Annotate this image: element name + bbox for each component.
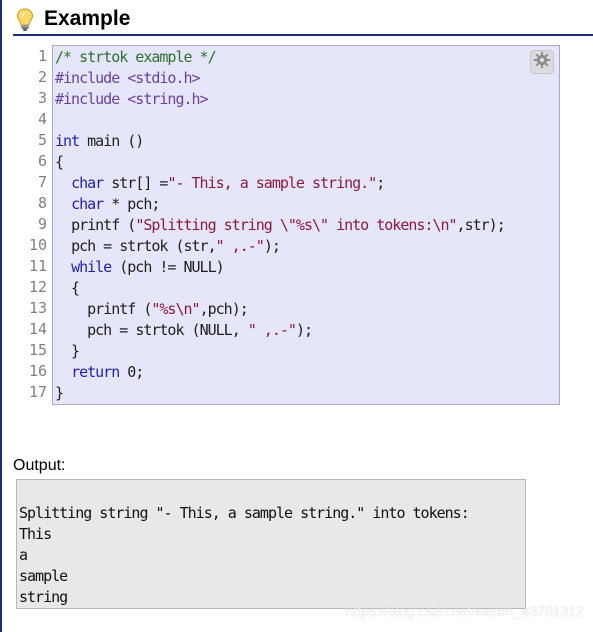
line-number-gutter: 1 2 3 4 5 6 7 8 9 10 11 12 13 14 15 16 17 [13, 45, 53, 405]
code-line: char str[] ="- This, a sample string."; [71, 174, 385, 192]
code-line: #include <string.h> [55, 90, 209, 108]
output-label: Output: [13, 457, 66, 474]
line-number: 17 [28, 383, 47, 401]
code-line: return 0; [71, 363, 144, 381]
line-number: 9 [37, 215, 47, 233]
page-title: Example [44, 7, 131, 30]
line-number: 11 [28, 257, 47, 275]
line-number: 4 [37, 110, 47, 128]
lightbulb-icon [16, 8, 34, 32]
code-line: { [55, 279, 80, 297]
left-border [0, 0, 2, 632]
line-number: 5 [37, 131, 47, 149]
settings-button[interactable] [530, 50, 554, 74]
output-line: string [19, 588, 68, 606]
output-line: Splitting string "- This, a sample strin… [19, 504, 470, 522]
output-box: Splitting string "- This, a sample strin… [16, 479, 526, 609]
line-number: 2 [37, 68, 47, 86]
code-line: /* strtok example */ [55, 48, 217, 66]
line-number: 10 [28, 236, 47, 254]
output-line: This [19, 525, 52, 543]
code-line: char * pch; [71, 195, 160, 213]
code-line: } [55, 342, 80, 360]
gear-icon [533, 51, 551, 74]
line-number: 1 [37, 47, 47, 65]
line-number: 14 [28, 320, 47, 338]
code-line: printf ("Splitting string \"%s\" into to… [71, 216, 506, 234]
code-example: 1 2 3 4 5 6 7 8 9 10 11 12 13 14 15 16 17 [13, 45, 560, 405]
output-line: sample [19, 567, 68, 585]
watermark: https://blog.csdn.net/weixin_43701312 [345, 603, 584, 619]
code-listing: /* strtok example */ #include <stdio.h> #i… [52, 45, 560, 405]
code-line: pch = strtok (str," ,.-"); [71, 237, 281, 255]
line-number: 12 [28, 278, 47, 296]
code-line: { [55, 153, 64, 171]
example-heading: Example [13, 6, 593, 36]
line-number: 7 [37, 173, 47, 191]
code-line: #include <stdio.h> [55, 69, 201, 87]
line-number: 13 [28, 299, 47, 317]
code-line: printf ("%s\n",pch); [87, 300, 249, 318]
line-number: 3 [37, 89, 47, 107]
line-number: 8 [37, 194, 47, 212]
line-number: 16 [28, 362, 47, 380]
line-number: 15 [28, 341, 47, 359]
line-number: 6 [37, 152, 47, 170]
output-line: a [19, 546, 28, 564]
code-line: int main () [55, 132, 144, 150]
code-line: while (pch != NULL) [71, 258, 225, 276]
code-line: pch = strtok (NULL, " ,.-"); [87, 321, 313, 339]
code-line: } [55, 384, 64, 402]
